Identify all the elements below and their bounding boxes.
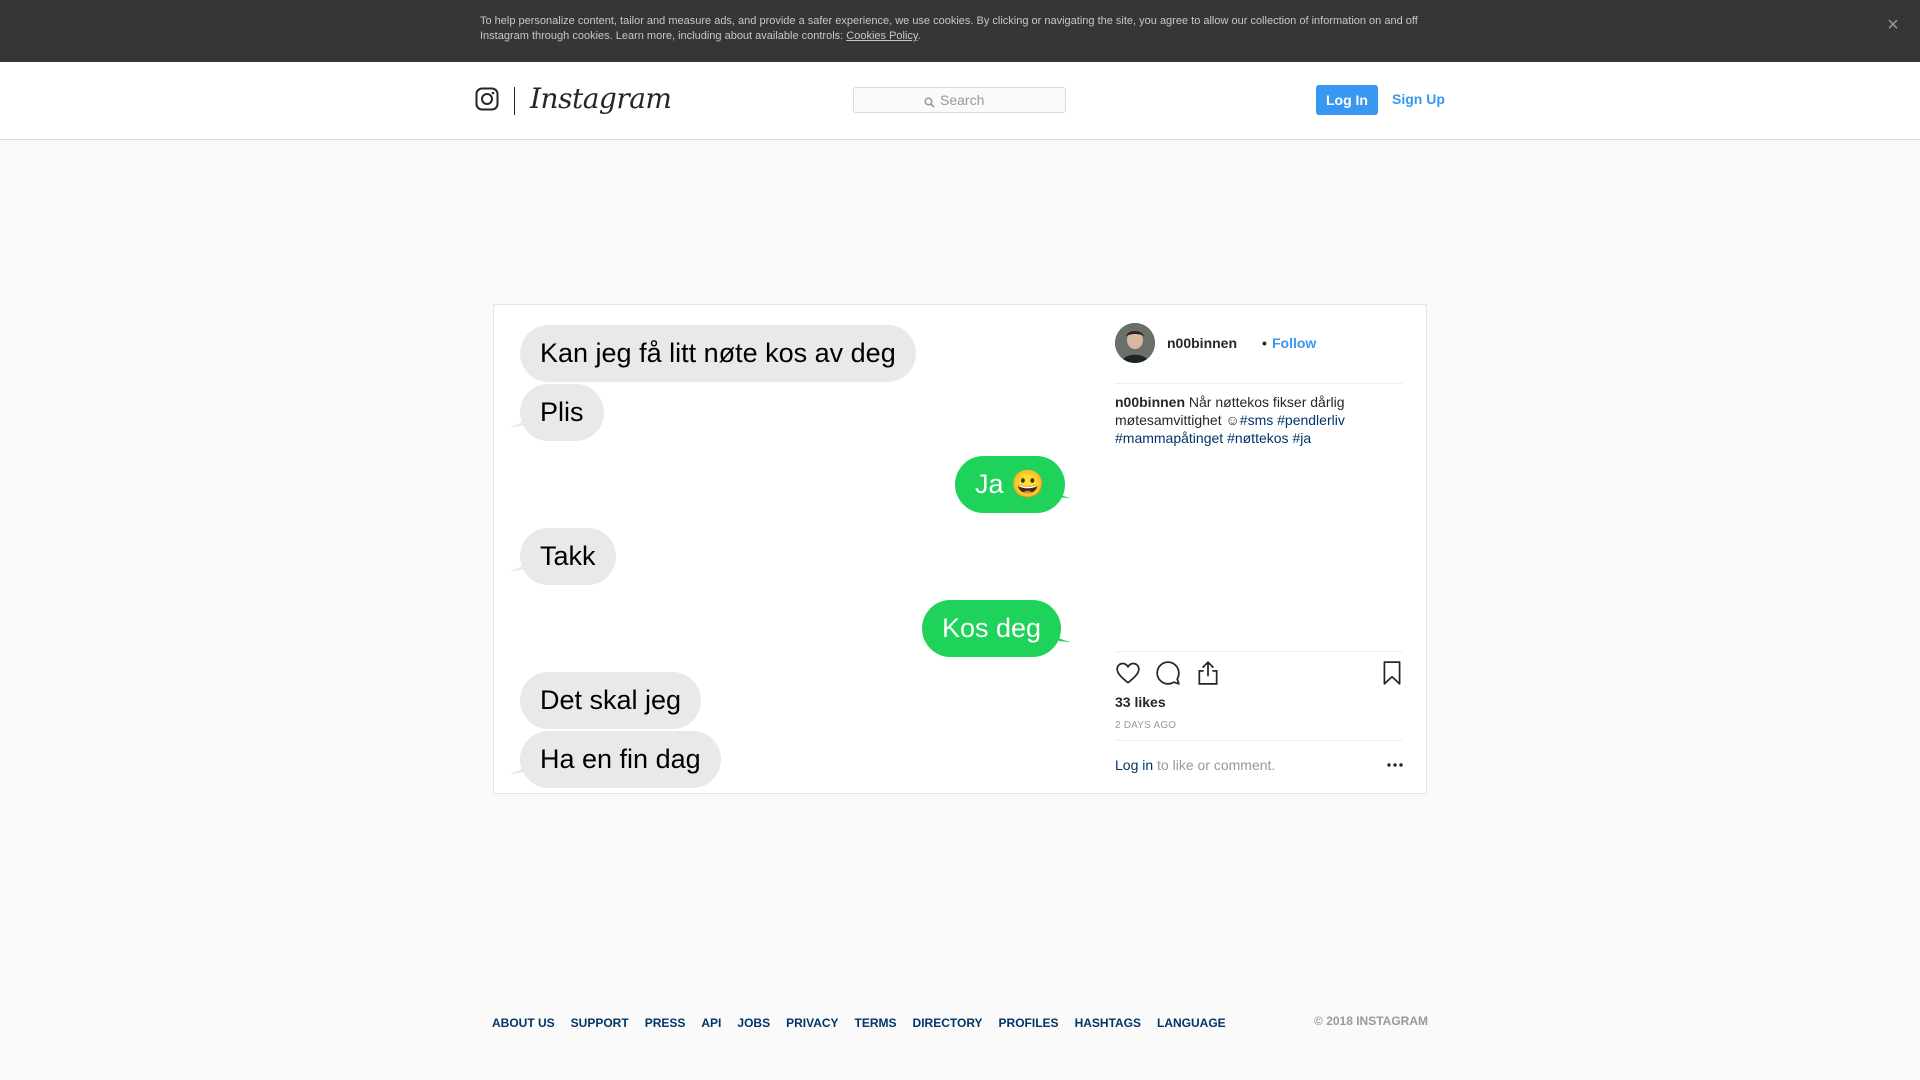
more-options-icon[interactable] [1385,755,1405,775]
post-side-panel: n00binnen • Follow n00binnen Når nøtteko… [1115,305,1407,793]
caption-username[interactable]: n00binnen [1115,394,1185,410]
logo-divider [514,87,515,115]
search-input[interactable] [940,91,1060,109]
post-image[interactable]: Kan jeg få litt nøte kos av deg Plis Ja … [494,305,1084,793]
footer-link-press[interactable]: PRESS [645,1016,686,1030]
heart-icon[interactable] [1115,660,1143,688]
message-bubble: Plis [520,384,604,441]
separator-dot: • [1262,335,1267,351]
footer-link-hashtags[interactable]: HASHTAGS [1075,1016,1141,1030]
message-bubble: Det skal jeg [520,672,702,729]
cookies-policy-link[interactable]: Cookies Policy [846,30,917,42]
bubble-tail [1041,621,1071,642]
copyright: © 2018 INSTAGRAM [1314,1014,1428,1028]
hashtag-link[interactable]: #mammapåtinget [1115,430,1223,446]
divider [1115,651,1403,652]
hashtag-link[interactable]: #ja [1292,430,1311,446]
close-icon[interactable]: × [1882,14,1904,36]
instagram-camera-icon[interactable] [475,87,499,116]
post-caption: n00binnen Når nøttekos fikser dårlig møt… [1115,393,1375,447]
login-to-comment: Log in to like or comment. [1115,757,1275,773]
footer-link-language[interactable]: LANGUAGE [1157,1016,1226,1030]
footer: ABOUT US SUPPORT PRESS API JOBS PRIVACY TERMS D… [492,1014,1428,1032]
follow-button[interactable]: Follow [1272,335,1316,351]
search-icon [924,95,935,113]
cookie-text: To help personalize content, tailor and … [480,15,1418,42]
divider [1115,740,1403,741]
footer-link-directory[interactable]: DIRECTORY [913,1016,983,1030]
message-bubble: Ha en fin dag [520,731,721,788]
login-link[interactable]: Log in [1115,757,1153,773]
cookie-banner: To help personalize content, tailor and … [0,0,1920,62]
footer-link-terms[interactable]: TERMS [855,1016,897,1030]
footer-link-privacy[interactable]: PRIVACY [786,1016,838,1030]
footer-link-about[interactable]: ABOUT US [492,1016,555,1030]
search-box[interactable] [853,87,1066,113]
hashtag-link[interactable]: #pendlerliv [1277,412,1345,428]
login-suffix: to like or comment. [1153,757,1276,773]
likes-count[interactable]: 33 likes [1115,694,1166,710]
comment-icon[interactable] [1155,660,1183,688]
post-timestamp[interactable]: 2 DAYS AGO [1115,720,1176,731]
footer-links: ABOUT US SUPPORT PRESS API JOBS PRIVACY TERMS D… [492,1014,1428,1032]
divider [1115,383,1403,384]
instagram-wordmark[interactable]: Instagram [530,82,672,115]
post-card: Kan jeg få litt nøte kos av deg Plis Ja … [493,304,1427,794]
footer-link-profiles[interactable]: PROFILES [999,1016,1059,1030]
cookie-suffix: . [917,30,921,42]
footer-link-jobs[interactable]: JOBS [737,1016,770,1030]
footer-link-support[interactable]: SUPPORT [571,1016,629,1030]
hashtag-link[interactable]: #sms [1240,412,1273,428]
footer-link-api[interactable]: API [701,1016,721,1030]
message-bubble: Kan jeg få litt nøte kos av deg [520,325,916,382]
cookie-message: To help personalize content, tailor and … [480,14,1425,44]
share-icon[interactable] [1195,660,1223,688]
post-username[interactable]: n00binnen [1167,335,1237,351]
signup-link[interactable]: Sign Up [1392,84,1445,114]
hashtag-link[interactable]: #nøttekos [1227,430,1288,446]
message-bubble: Takk [520,528,616,585]
avatar[interactable] [1115,323,1155,363]
bubble-tail [1041,477,1071,498]
top-nav: Instagram Log In Sign Up [0,62,1920,140]
bookmark-icon[interactable] [1379,660,1407,688]
login-button[interactable]: Log In [1316,85,1378,115]
